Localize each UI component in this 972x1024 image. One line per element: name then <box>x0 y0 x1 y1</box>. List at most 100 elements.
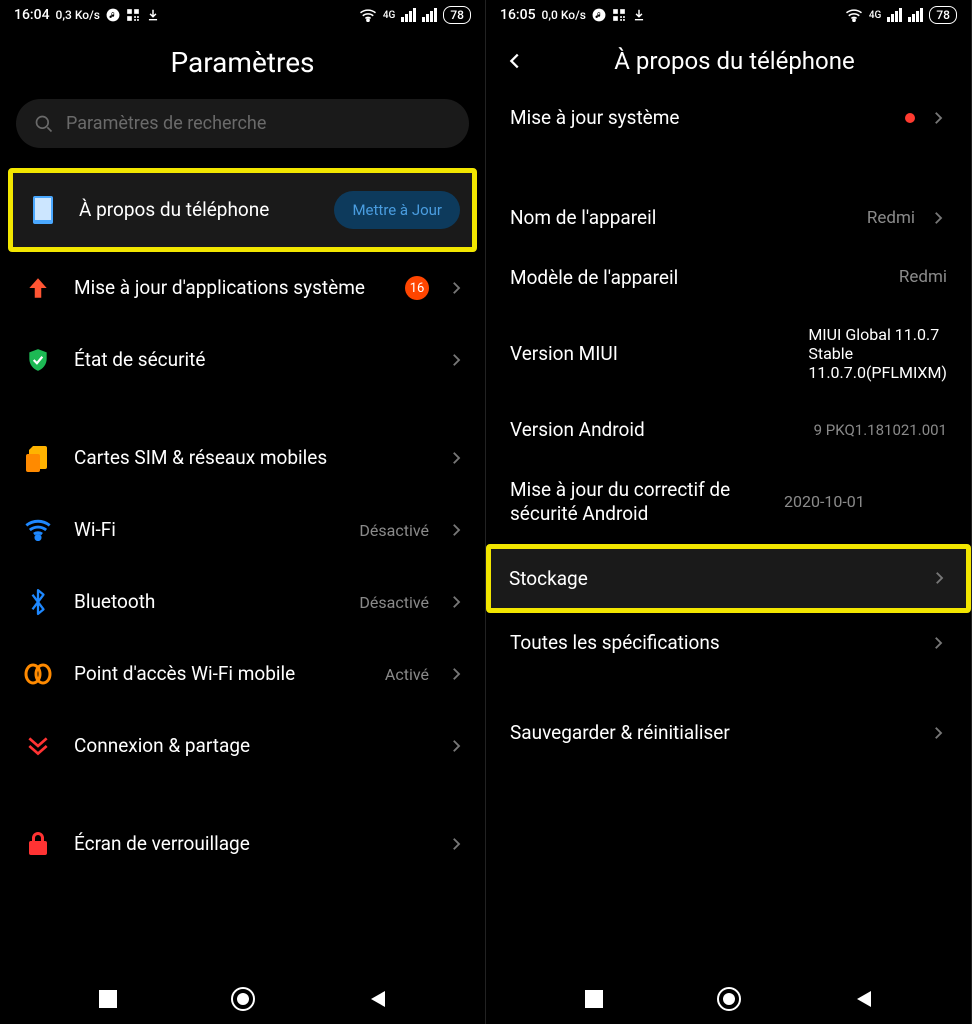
nav-back-button[interactable] <box>365 986 391 1012</box>
item-miui-version[interactable]: Version MIUI MIUI Global 11.0.7 Stable 1… <box>492 307 965 400</box>
qr-icon <box>126 8 140 22</box>
arrow-up-icon <box>20 270 56 306</box>
divider <box>492 148 965 188</box>
item-label: Nom de l'appareil <box>510 206 853 230</box>
item-all-specs[interactable]: Toutes les spécifications <box>492 613 965 673</box>
phone-icon <box>25 192 61 228</box>
item-label: Mise à jour système <box>510 106 891 130</box>
item-security-patch[interactable]: Mise à jour du correctif de sécurité And… <box>492 460 965 544</box>
item-label: Modèle de l'appareil <box>510 266 885 290</box>
nav-home-button[interactable] <box>230 986 256 1012</box>
item-value: Activé <box>385 665 429 684</box>
item-label: Mise à jour du correctif de sécurité And… <box>510 478 770 526</box>
item-label: Point d'accès Wi-Fi mobile <box>74 662 367 686</box>
about-list: Mise à jour système Nom de l'appareil Re… <box>486 88 971 972</box>
net-speed: 0,3 Ko/s <box>56 8 100 22</box>
item-label: Sauvegarder & réinitialiser <box>510 721 915 745</box>
wifi-icon <box>20 512 56 548</box>
sim-icon <box>20 440 56 476</box>
update-button[interactable]: Mettre à Jour <box>334 191 460 229</box>
divider <box>8 396 477 422</box>
battery-pill: 78 <box>929 6 957 24</box>
item-device-model[interactable]: Modèle de l'appareil Redmi <box>492 248 965 308</box>
divider <box>492 673 965 703</box>
item-value: 2020-10-01 <box>784 492 865 511</box>
search-icon <box>34 114 54 134</box>
search-input[interactable]: Paramètres de recherche <box>16 99 469 148</box>
nav-back-button[interactable] <box>851 986 877 1012</box>
nav-recent-button[interactable] <box>581 986 607 1012</box>
clock: 16:04 <box>14 7 50 23</box>
share-icon <box>20 728 56 764</box>
item-label: Version Android <box>510 418 800 442</box>
chevron-right-icon <box>447 449 465 467</box>
music-icon <box>106 8 120 22</box>
chevron-right-icon <box>447 737 465 755</box>
item-value: 9 PKQ1.181021.001 <box>814 421 947 439</box>
item-label: Écran de verrouillage <box>74 832 429 856</box>
download-icon <box>146 8 160 22</box>
item-backup-reset[interactable]: Sauvegarder & réinitialiser <box>492 703 965 763</box>
item-storage[interactable]: Stockage <box>491 549 966 609</box>
nav-recent-button[interactable] <box>95 986 121 1012</box>
count-badge: 16 <box>405 276 429 300</box>
item-system-apps-update[interactable]: Mise à jour d'applications système 16 <box>8 252 477 324</box>
item-connection-share[interactable]: Connexion & partage <box>8 710 477 782</box>
nav-home-button[interactable] <box>716 986 742 1012</box>
item-value: Redmi <box>899 267 947 287</box>
item-hotspot[interactable]: Point d'accès Wi-Fi mobile Activé <box>8 638 477 710</box>
chevron-right-icon <box>447 521 465 539</box>
download-icon <box>632 8 646 22</box>
chevron-right-icon <box>929 209 947 227</box>
item-security-status[interactable]: État de sécurité <box>8 324 477 396</box>
chevron-right-icon <box>929 109 947 127</box>
item-wifi[interactable]: Wi-Fi Désactivé <box>8 494 477 566</box>
item-sim-networks[interactable]: Cartes SIM & réseaux mobiles <box>8 422 477 494</box>
status-bar: 16:05 0,0 Ko/s 4G 78 <box>486 0 971 28</box>
screen-settings: 16:04 0,3 Ko/s 4G 78 Paramètres Paramètr… <box>0 0 486 1024</box>
battery-pill: 78 <box>443 6 471 24</box>
shield-icon <box>20 342 56 378</box>
lock-icon <box>20 826 56 862</box>
item-label: Toutes les spécifications <box>510 631 915 655</box>
item-about-phone[interactable]: À propos du téléphone Mettre à Jour <box>8 168 477 252</box>
item-system-update[interactable]: Mise à jour système <box>492 88 965 148</box>
item-device-name[interactable]: Nom de l'appareil Redmi <box>492 188 965 248</box>
page-title: Paramètres <box>0 28 485 99</box>
bluetooth-icon <box>20 584 56 620</box>
chevron-right-icon <box>447 351 465 369</box>
music-icon <box>592 8 606 22</box>
wifi-icon <box>845 8 863 22</box>
item-lockscreen[interactable]: Écran de verrouillage <box>8 808 477 880</box>
page-header: À propos du téléphone <box>486 28 971 88</box>
net-label: 4G <box>869 10 882 21</box>
chevron-right-icon <box>929 634 947 652</box>
item-value: Désactivé <box>359 593 429 612</box>
item-label: Stockage <box>509 567 916 591</box>
highlight-storage: Stockage <box>486 544 971 614</box>
item-bluetooth[interactable]: Bluetooth Désactivé <box>8 566 477 638</box>
search-placeholder: Paramètres de recherche <box>66 113 266 134</box>
item-label: Version MIUI <box>510 342 794 366</box>
chevron-right-icon <box>447 665 465 683</box>
settings-list: À propos du téléphone Mettre à Jour Mise… <box>0 168 485 972</box>
item-label: À propos du téléphone <box>79 198 316 222</box>
item-label: Mise à jour d'applications système <box>74 276 387 300</box>
item-value: MIUI Global 11.0.7 Stable 11.0.7.0(PFLMI… <box>808 325 947 382</box>
notification-dot-icon <box>905 113 915 123</box>
item-label: Wi-Fi <box>74 518 341 542</box>
chevron-right-icon <box>929 724 947 742</box>
nav-bar <box>486 972 971 1024</box>
signal-icon <box>887 8 902 22</box>
item-label: Connexion & partage <box>74 734 429 758</box>
item-android-version[interactable]: Version Android 9 PKQ1.181021.001 <box>492 400 965 460</box>
item-value: Désactivé <box>359 521 429 540</box>
qr-icon <box>612 8 626 22</box>
clock: 16:05 <box>500 7 536 23</box>
net-label: 4G <box>383 10 396 21</box>
chevron-right-icon <box>447 593 465 611</box>
nav-bar <box>0 972 485 1024</box>
item-label: Cartes SIM & réseaux mobiles <box>74 446 429 470</box>
chevron-right-icon <box>447 835 465 853</box>
divider <box>8 782 477 808</box>
